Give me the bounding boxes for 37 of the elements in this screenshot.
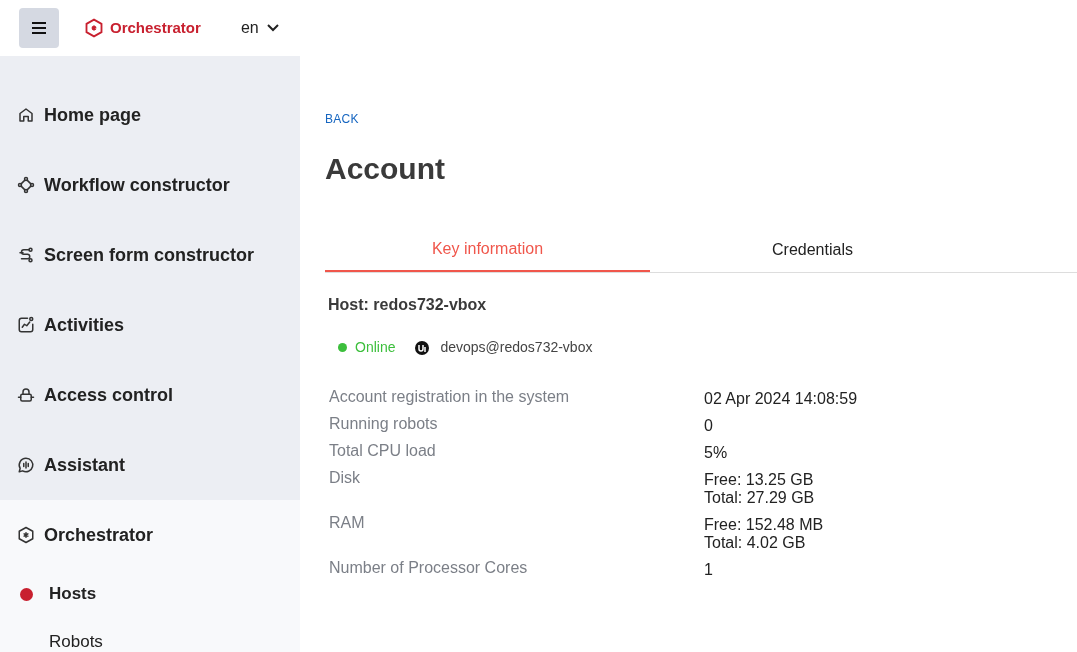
logo-icon <box>415 340 430 355</box>
chevron-down-icon <box>266 24 279 32</box>
detail-value: 0 <box>704 417 714 435</box>
detail-label: Disk <box>329 469 362 488</box>
detail-value: Free: 13.25 GB <box>704 471 815 489</box>
detail-value: Total: 27.29 GB <box>704 489 816 507</box>
tab[interactable]: Key information <box>325 228 650 272</box>
chart-icon <box>17 316 35 334</box>
detail-label: RAM <box>329 514 366 533</box>
tab[interactable]: Credentials <box>650 228 975 272</box>
detail-value: 1 <box>704 561 714 579</box>
route-icon <box>17 246 35 264</box>
back-link[interactable]: BACK <box>325 112 359 126</box>
hexagon-logo-icon <box>84 18 104 38</box>
host-name: Host: redos732-vbox <box>328 295 488 315</box>
detail-label: Running robots <box>329 415 439 434</box>
page-title: Account <box>325 154 446 184</box>
brand-name: Orchestrator <box>110 17 201 38</box>
hexagon-icon <box>17 526 35 544</box>
detail-value: Free: 152.48 MB <box>704 516 825 534</box>
detail-value: Total: 4.02 GB <box>704 534 807 552</box>
sidebar-subitem[interactable]: Hosts <box>0 570 300 618</box>
menu-icon <box>32 22 46 34</box>
account-name: devops@redos732-vbox <box>440 338 593 357</box>
menu-button[interactable] <box>19 8 59 48</box>
detail-label: Account registration in the system <box>329 388 571 407</box>
lock-icon <box>17 386 35 404</box>
chat-icon <box>17 456 35 474</box>
sidebar-subitem[interactable]: Robots <box>0 618 300 652</box>
detail-label: Total CPU load <box>329 442 437 461</box>
home-icon <box>17 106 35 124</box>
nodes-icon <box>17 176 35 194</box>
detail-value: 5% <box>704 444 729 462</box>
language-select[interactable]: en <box>240 16 279 40</box>
detail-label: Number of Processor Cores <box>329 559 529 578</box>
detail-value: 02 Apr 2024 14:08:59 <box>704 390 859 408</box>
status-label: Online <box>355 338 396 357</box>
